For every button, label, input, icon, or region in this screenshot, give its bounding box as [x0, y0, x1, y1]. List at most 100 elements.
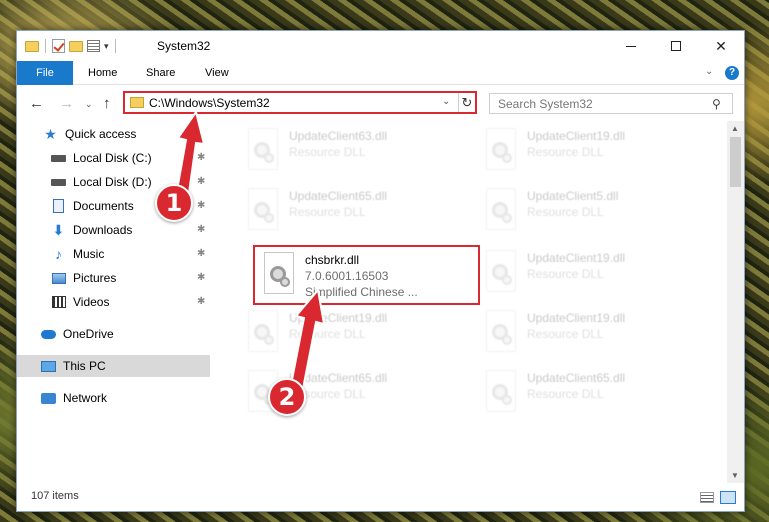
dll-file-icon [483, 370, 519, 414]
drive-icon [51, 175, 66, 190]
quick-access-toolbar: ▾ [25, 39, 118, 53]
search-placeholder: Search System32 [498, 97, 593, 111]
explorer-window: ▾ System32 ✕ File Home Share View ⌄ ? ← … [16, 30, 745, 512]
pin-icon[interactable]: ✱ [197, 200, 205, 211]
file-name: UpdateClient63.dll [289, 129, 388, 143]
large-icons-view-icon[interactable] [720, 491, 736, 504]
music-icon: ♪ [55, 246, 62, 262]
file-name: UpdateClient19.dll [527, 129, 626, 143]
sidebar-item-label: Downloads [73, 223, 133, 237]
search-icon: ⚲ [712, 97, 721, 111]
download-icon: ⬇ [52, 221, 65, 238]
pin-icon[interactable]: ✱ [197, 152, 205, 163]
sidebar-item-label: Videos [73, 295, 110, 309]
file-name: UpdateClient19.dll [527, 311, 626, 325]
properties-icon[interactable] [87, 40, 100, 52]
file-item[interactable]: UpdateClient19.dll Resource DLL [239, 305, 461, 363]
pin-icon[interactable]: ✱ [197, 296, 205, 307]
pin-icon[interactable]: ✱ [197, 248, 205, 259]
file-item[interactable]: UpdateClient65.dll Resource DLL [477, 365, 699, 423]
file-item[interactable]: UpdateClient65.dll Resource DLL [239, 183, 461, 241]
sidebar-item-pictures[interactable]: Pictures ✱ [17, 267, 210, 289]
file-item[interactable]: UpdateClient19.dll Resource DLL [477, 305, 699, 363]
pin-icon[interactable]: ✱ [197, 224, 205, 235]
dll-file-icon [261, 252, 297, 296]
expand-ribbon-chevron-icon[interactable]: ⌄ [705, 66, 713, 77]
file-description: Simplified Chinese ... [305, 285, 418, 299]
dll-file-icon [245, 128, 281, 172]
sidebar-item-label: Local Disk (C:) [73, 151, 152, 165]
close-icon: ✕ [715, 37, 727, 54]
file-type: Resource DLL [289, 327, 366, 341]
cloud-icon [41, 327, 56, 342]
sidebar-item-music[interactable]: ♪ Music ✱ [17, 243, 210, 265]
vertical-scrollbar[interactable]: ▲ ▼ [727, 121, 744, 483]
file-type: Resource DLL [527, 145, 604, 159]
file-item-chsbrkr-dll[interactable]: chsbrkr.dll 7.0.6001.16503 Simplified Ch… [253, 245, 480, 305]
file-name: UpdateClient65.dll [527, 371, 626, 385]
sidebar-item-this-pc[interactable]: This PC [17, 355, 210, 377]
pin-icon[interactable]: ✱ [197, 272, 205, 283]
title-bar: ▾ System32 ✕ [17, 31, 744, 61]
toolbar-divider [114, 39, 116, 53]
sidebar-item-onedrive[interactable]: OneDrive [17, 323, 210, 345]
sidebar-item-quick-access[interactable]: ★ Quick access [17, 123, 210, 145]
scroll-up-arrow-icon[interactable]: ▲ [731, 124, 739, 133]
recent-locations-chevron-icon[interactable]: ⌄ [85, 99, 93, 110]
maximize-button[interactable] [653, 31, 699, 61]
sidebar-item-label: OneDrive [63, 327, 114, 341]
file-item[interactable]: UpdateClient63.dll Resource DLL [239, 123, 461, 181]
star-icon: ★ [44, 125, 57, 142]
file-type: Resource DLL [527, 267, 604, 281]
sidebar-item-network[interactable]: Network [17, 387, 210, 409]
address-bar[interactable]: C:\Windows\System32 ⌄ ↻ [123, 91, 477, 114]
up-arrow-icon[interactable]: ↑ [103, 95, 111, 112]
customize-toolbar-caret[interactable]: ▾ [104, 41, 109, 52]
dll-file-icon [245, 310, 281, 354]
forward-arrow-icon[interactable]: → [59, 95, 74, 112]
toolbar-divider [45, 39, 46, 53]
back-arrow-icon[interactable]: ← [29, 95, 44, 112]
scrollbar-thumb[interactable] [730, 137, 741, 187]
file-list: UpdateClient63.dll Resource DLL UpdateCl… [213, 121, 727, 483]
folder-icon [130, 97, 144, 108]
file-name: chsbrkr.dll [305, 253, 360, 267]
search-input[interactable]: Search System32 ⚲ [489, 93, 733, 114]
refresh-icon[interactable]: ↻ [458, 93, 475, 112]
sidebar-item-label: Documents [73, 199, 134, 213]
details-view-icon[interactable] [700, 492, 714, 503]
network-icon [41, 391, 56, 406]
scroll-down-arrow-icon[interactable]: ▼ [731, 471, 739, 480]
ribbon-tabs: File Home Share View ⌄ ? [17, 61, 744, 85]
close-button[interactable]: ✕ [698, 31, 744, 61]
tab-share[interactable]: Share [146, 61, 175, 85]
dll-file-icon [483, 310, 519, 354]
tab-home[interactable]: Home [88, 61, 117, 85]
pictures-icon [51, 271, 66, 286]
sidebar-item-downloads[interactable]: ⬇ Downloads ✱ [17, 219, 210, 241]
sidebar-item-label: Quick access [65, 127, 137, 141]
tab-view[interactable]: View [205, 61, 229, 85]
help-icon[interactable]: ? [725, 66, 739, 80]
dll-file-icon [483, 188, 519, 232]
new-folder-icon[interactable] [69, 40, 83, 52]
pin-icon[interactable]: ✱ [197, 176, 205, 187]
sidebar-item-label: Network [63, 391, 108, 405]
address-dropdown-chevron-icon[interactable]: ⌄ [442, 96, 450, 107]
address-path[interactable]: C:\Windows\System32 [149, 96, 270, 110]
file-version: 7.0.6001.16503 [305, 269, 389, 283]
tab-file[interactable]: File [17, 61, 73, 85]
file-type: Resource DLL [289, 145, 366, 159]
file-name: UpdateClient65.dll [289, 371, 388, 385]
step-1-badge: 1 [155, 184, 193, 222]
file-item[interactable]: UpdateClient19.dll Resource DLL [477, 123, 699, 181]
properties-check-icon[interactable] [52, 39, 65, 53]
documents-icon [51, 199, 66, 214]
step-2-badge: 2 [268, 378, 306, 416]
file-item[interactable]: UpdateClient19.dll Resource DLL [477, 245, 699, 303]
file-item[interactable]: UpdateClient5.dll Resource DLL [477, 183, 699, 241]
minimize-button[interactable] [608, 31, 654, 61]
videos-icon [51, 295, 66, 310]
sidebar-item-videos[interactable]: Videos ✱ [17, 291, 210, 313]
sidebar-item-local-disk-c[interactable]: Local Disk (C:) ✱ [17, 147, 210, 169]
